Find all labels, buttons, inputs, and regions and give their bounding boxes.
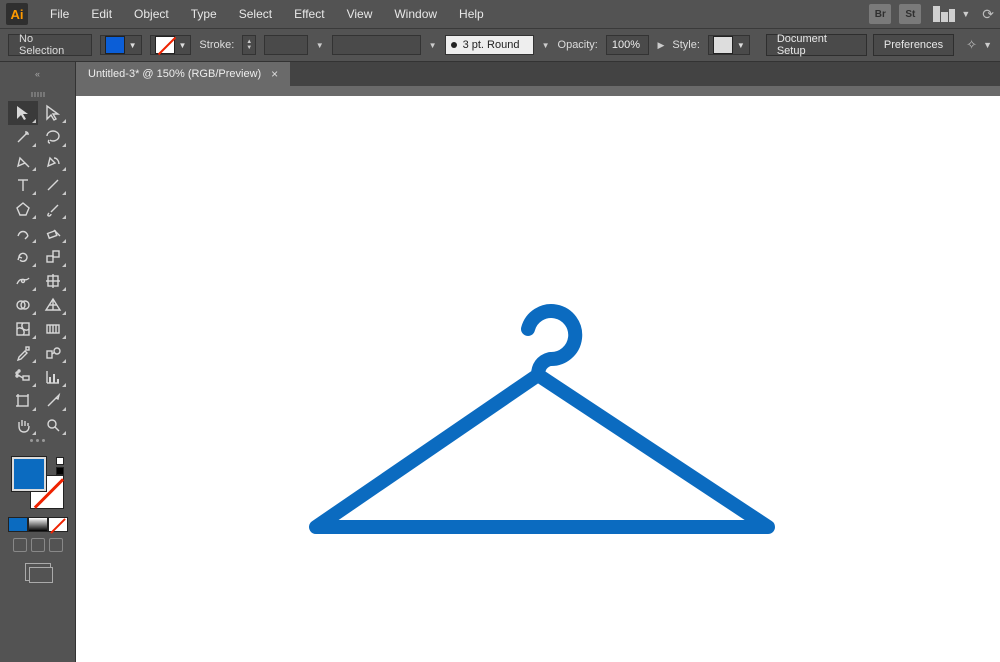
opacity-popup-icon[interactable]: ▶ (657, 40, 664, 51)
fill-swatch-dropdown[interactable]: ▼ (100, 35, 142, 55)
opacity-label: Opacity: (558, 39, 598, 51)
swap-default-colors-icon[interactable] (56, 457, 64, 475)
document-tab-title: Untitled-3* @ 150% (RGB/Preview) (88, 68, 261, 80)
app-logo: Ai (6, 3, 28, 25)
dot-icon (451, 42, 457, 48)
chevron-down-icon: ▼ (961, 9, 970, 19)
color-mode-row (8, 517, 68, 532)
chevron-down-icon[interactable]: ▼ (983, 40, 992, 50)
color-mode-solid[interactable] (8, 517, 28, 532)
menu-view[interactable]: View (337, 4, 383, 24)
blend-tool[interactable] (38, 341, 68, 365)
direct-selection-tool[interactable] (38, 101, 68, 125)
color-mode-gradient[interactable] (28, 517, 48, 532)
canvas-area[interactable] (76, 86, 1000, 662)
toolbar-collapse-handle[interactable]: « (0, 62, 76, 86)
shape-builder-tool[interactable] (8, 293, 38, 317)
lasso-tool[interactable] (38, 125, 68, 149)
collapse-icon: « (35, 69, 40, 79)
menu-effect[interactable]: Effect (284, 4, 334, 24)
perspective-grid-tool[interactable] (38, 293, 68, 317)
screen-mode-button[interactable] (25, 563, 51, 581)
gradient-tool[interactable] (38, 317, 68, 341)
stock-icon[interactable]: St (899, 4, 921, 24)
no-stroke-swatch-icon (155, 36, 175, 54)
selection-tool[interactable] (8, 101, 38, 125)
magic-wand-tool[interactable] (8, 125, 38, 149)
brush-definition-dropdown[interactable]: 3 pt. Round (445, 35, 534, 55)
shaper-tool[interactable] (8, 221, 38, 245)
rotate-tool[interactable] (8, 245, 38, 269)
artboard-tool[interactable] (8, 389, 38, 413)
close-icon[interactable]: × (271, 67, 278, 81)
draw-inside-icon[interactable] (49, 538, 63, 552)
menu-help[interactable]: Help (449, 4, 494, 24)
draw-behind-icon[interactable] (31, 538, 45, 552)
menu-edit[interactable]: Edit (81, 4, 122, 24)
artboard[interactable] (76, 96, 1000, 662)
rectangle-tool[interactable] (8, 197, 38, 221)
stroke-weight-stepper[interactable]: ▲▼ (242, 35, 256, 55)
fill-stroke-indicator[interactable] (12, 457, 64, 509)
opacity-field[interactable]: 100% (606, 35, 650, 55)
free-transform-tool[interactable] (38, 269, 68, 293)
color-mode-none[interactable] (48, 517, 68, 532)
tools-panel (0, 86, 76, 662)
mesh-tool[interactable] (8, 317, 38, 341)
pen-tool[interactable] (8, 149, 38, 173)
hanger-artwork[interactable] (278, 281, 798, 561)
eraser-tool[interactable] (38, 221, 68, 245)
menu-bar: Ai File Edit Object Type Select Effect V… (0, 0, 1000, 28)
hand-tool[interactable] (8, 413, 38, 437)
type-tool[interactable] (8, 173, 38, 197)
stroke-weight-field[interactable] (264, 35, 308, 55)
stroke-label: Stroke: (199, 39, 234, 51)
line-segment-tool[interactable] (38, 173, 68, 197)
pin-control-icon[interactable]: ✧ (966, 37, 977, 53)
paintbrush-tool[interactable] (38, 197, 68, 221)
menu-object[interactable]: Object (124, 4, 179, 24)
document-setup-button[interactable]: Document Setup (766, 34, 867, 56)
zoom-tool[interactable] (38, 413, 68, 437)
scale-tool[interactable] (38, 245, 68, 269)
width-tool[interactable] (8, 269, 38, 293)
arrange-documents-icon (933, 6, 955, 22)
edit-toolbar-icon[interactable] (8, 439, 68, 449)
preferences-button[interactable]: Preferences (873, 34, 954, 56)
chevron-down-icon: ▼ (179, 41, 187, 50)
document-tab[interactable]: Untitled-3* @ 150% (RGB/Preview) × (76, 62, 290, 86)
document-tab-strip: « Untitled-3* @ 150% (RGB/Preview) × (0, 62, 1000, 86)
draw-normal-icon[interactable] (13, 538, 27, 552)
brush-definition-label: 3 pt. Round (463, 39, 520, 51)
stroke-swatch-dropdown[interactable]: ▼ (150, 35, 192, 55)
main-area (0, 86, 1000, 662)
variable-width-profile-dropdown[interactable] (332, 35, 421, 55)
graphic-style-dropdown[interactable]: ▼ (708, 35, 750, 55)
menu-window[interactable]: Window (384, 4, 447, 24)
bridge-icon[interactable]: Br (869, 4, 891, 24)
workspace-switcher[interactable]: ▼ (933, 6, 970, 22)
menu-select[interactable]: Select (229, 4, 282, 24)
chevron-down-icon[interactable]: ▼ (542, 41, 550, 50)
drawing-mode-row (8, 538, 68, 553)
fill-indicator-icon (12, 457, 46, 491)
menu-file[interactable]: File (40, 4, 79, 24)
sync-settings-icon[interactable]: ⟳ (982, 6, 994, 23)
style-label: Style: (672, 39, 700, 51)
eyedropper-tool[interactable] (8, 341, 38, 365)
chevron-down-icon: ▼ (129, 41, 137, 50)
menu-type[interactable]: Type (181, 4, 227, 24)
chevron-down-icon: ▼ (737, 41, 745, 50)
chevron-down-icon[interactable]: ▼ (429, 41, 437, 50)
slice-tool[interactable] (38, 389, 68, 413)
chevron-down-icon[interactable]: ▼ (316, 41, 324, 50)
fill-swatch-icon (105, 36, 125, 54)
style-swatch-icon (713, 36, 733, 54)
selection-status: No Selection (8, 34, 92, 56)
column-graph-tool[interactable] (38, 365, 68, 389)
control-bar: No Selection ▼ ▼ Stroke: ▲▼ ▼ ▼ 3 pt. Ro… (0, 28, 1000, 62)
curvature-tool[interactable] (38, 149, 68, 173)
panel-drag-handle[interactable] (18, 92, 58, 97)
symbol-sprayer-tool[interactable] (8, 365, 38, 389)
